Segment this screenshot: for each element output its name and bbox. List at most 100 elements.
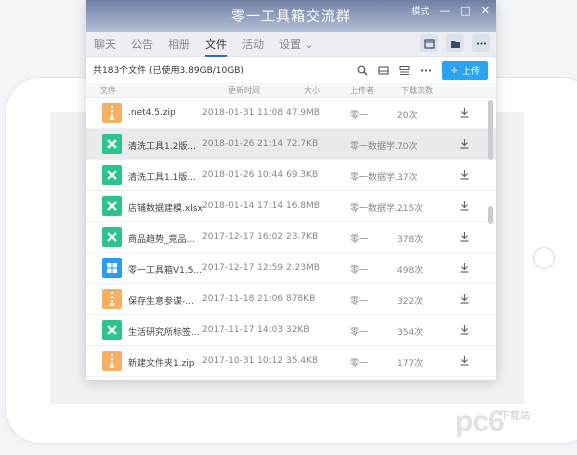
download-icon[interactable] (459, 324, 470, 338)
download-icon[interactable] (459, 169, 470, 183)
col-size[interactable]: 大小 (304, 85, 320, 96)
tray-icon[interactable] (378, 61, 389, 80)
watermark-logo: pc6 (455, 405, 505, 438)
tablet-home-button (533, 247, 555, 269)
tab-settings[interactable]: 设置 ⌄ (279, 36, 314, 57)
more-options-icon[interactable] (420, 61, 432, 80)
titlebar: 零一工具箱交流群 模式 — □ ✕ (86, 0, 496, 32)
file-size: 32KB (286, 325, 310, 335)
folder-icon[interactable] (446, 34, 464, 52)
tab-activity[interactable]: 活动 (242, 36, 264, 57)
file-time: 2017-11-17 14:03 (202, 325, 284, 335)
storage-summary: 共183个文件 (已使用3.89GB/10GB) (93, 66, 244, 76)
file-row[interactable]: 清洗工具1.2版... 2018-01-26 21:14 72.7KB 零一数据学..… (86, 129, 496, 160)
download-icon[interactable] (459, 293, 470, 307)
group-window: 零一工具箱交流群 模式 — □ ✕ 聊天 公告 相册 文件 活动 设置 ⌄ 共1… (86, 0, 496, 380)
file-row[interactable]: .net4.5.zip 2018-01-31 11:08 47.9MB 零一 20次 (86, 98, 496, 129)
file-row[interactable]: 新建文件夹1.zip 2017-10-31 10:12 35.4KB 零一 177次 (86, 346, 496, 377)
file-time: 2018-01-14 17:14 (202, 201, 284, 211)
file-downloads: 177次 (397, 359, 424, 369)
file-row[interactable]: 清洗工具.xlsm2017-10-31 9:2066.1KB零一240次 (86, 377, 496, 380)
file-downloads: 378次 (397, 235, 424, 245)
file-size: 878KB (286, 294, 316, 304)
download-icon[interactable] (459, 262, 470, 276)
file-size: 47.9MB (286, 108, 320, 118)
col-uploader[interactable]: 上传者 (350, 85, 374, 96)
file-uploader: 零一 (350, 235, 369, 245)
tab-announcement[interactable]: 公告 (131, 36, 153, 57)
upload-label: 上传 (461, 67, 480, 77)
file-time: 2017-10-31 10:12 (202, 356, 284, 366)
excel-file-icon (102, 227, 122, 247)
tab-album[interactable]: 相册 (168, 36, 190, 57)
download-icon[interactable] (459, 138, 470, 152)
file-downloads: 354次 (397, 328, 424, 338)
file-uploader: 零一 (350, 266, 369, 276)
file-row[interactable]: 保存生意参谋-... 2017-11-18 21:06 878KB 零一 322次 (86, 284, 496, 315)
list-view-icon[interactable] (399, 61, 410, 80)
file-size: 69.3KB (286, 170, 319, 180)
file-downloads: 498次 (397, 266, 424, 276)
file-list: .net4.5.zip 2018-01-31 11:08 47.9MB 零一 20次 清洗… (86, 98, 496, 380)
col-downloads[interactable]: 下载次数 (401, 85, 433, 96)
tab-files[interactable]: 文件 (205, 36, 227, 57)
file-time: 2017-12-17 12:59 (202, 263, 284, 273)
col-name[interactable]: 文件 (100, 85, 116, 96)
plus-icon: + (450, 65, 458, 76)
file-downloads: 215次 (397, 204, 424, 214)
file-row[interactable]: 商品趋势_竞品... 2017-12-17 16:02 23.7KB 零一 378次 (86, 222, 496, 253)
file-size: 35.4KB (286, 356, 319, 366)
tab-bar: 聊天 公告 相册 文件 活动 设置 ⌄ (86, 32, 496, 57)
download-icon[interactable] (459, 355, 470, 369)
chevron-down-icon: ⌄ (304, 38, 314, 51)
more-icon[interactable] (472, 34, 490, 52)
file-downloads: 20次 (397, 111, 418, 121)
close-icon[interactable]: ✕ (481, 4, 490, 17)
file-uploader: 零一数据学... (350, 142, 404, 152)
download-icon[interactable] (459, 107, 470, 121)
file-uploader: 零一 (350, 328, 369, 338)
watermark-site: 下载站 (500, 411, 530, 422)
file-row[interactable]: 零一工具箱V1.5... 2017-12-17 12:59 2.23MB 零一 498次 (86, 253, 496, 284)
file-row[interactable]: 清洗工具1.1版... 2018-01-26 10:44 69.3KB 零一数据学..… (86, 160, 496, 191)
file-time: 2018-01-31 11:08 (202, 108, 284, 118)
search-icon[interactable] (357, 61, 368, 80)
file-uploader: 零一数据学... (350, 173, 404, 183)
file-time: 2017-12-17 16:02 (202, 232, 284, 242)
scrollbar-thumb[interactable] (488, 100, 493, 160)
zip-file-icon (102, 351, 122, 371)
download-icon[interactable] (459, 231, 470, 245)
file-uploader: 零一 (350, 111, 369, 121)
file-uploader: 零一 (350, 297, 369, 307)
file-downloads: 70次 (397, 142, 418, 152)
upload-button[interactable]: + 上传 (442, 61, 488, 80)
download-icon[interactable] (459, 200, 470, 214)
file-toolbar: 共183个文件 (已使用3.89GB/10GB) + 上传 (86, 57, 496, 83)
file-time: 2018-01-26 10:44 (202, 170, 284, 180)
maximize-icon[interactable]: □ (460, 4, 470, 17)
file-downloads: 37次 (397, 173, 418, 183)
mode-label[interactable]: 模式 (411, 4, 429, 17)
exe-file-icon (102, 258, 122, 278)
calendar-icon[interactable] (420, 34, 438, 52)
file-row[interactable]: 店铺数据建模.xlsx 2018-01-14 17:14 16.8MB 零一数据学..… (86, 191, 496, 222)
file-size: 23.7KB (286, 232, 319, 242)
excel-file-icon (102, 196, 122, 216)
zip-file-icon (102, 289, 122, 309)
file-row[interactable]: 生活研究所标签... 2017-11-17 14:03 32KB 零一 354次 (86, 315, 496, 346)
file-table-header: 文件 更新时间 大小 上传者 下载次数 (86, 83, 496, 98)
excel-file-icon (102, 320, 122, 340)
file-size: 16.8MB (286, 201, 320, 211)
scrollbar-thumb-secondary[interactable] (488, 206, 493, 224)
tab-chat[interactable]: 聊天 (94, 36, 116, 57)
file-uploader: 零一 (350, 359, 369, 369)
file-size: 72.7KB (286, 139, 319, 149)
minimize-icon[interactable]: — (439, 4, 450, 17)
file-time: 2017-11-18 21:06 (202, 294, 284, 304)
excel-file-icon (102, 165, 122, 185)
file-downloads: 322次 (397, 297, 424, 307)
scrollbar[interactable] (488, 100, 493, 370)
file-size: 2.23MB (286, 263, 320, 273)
col-time[interactable]: 更新时间 (228, 85, 260, 96)
excel-file-icon (102, 134, 122, 154)
